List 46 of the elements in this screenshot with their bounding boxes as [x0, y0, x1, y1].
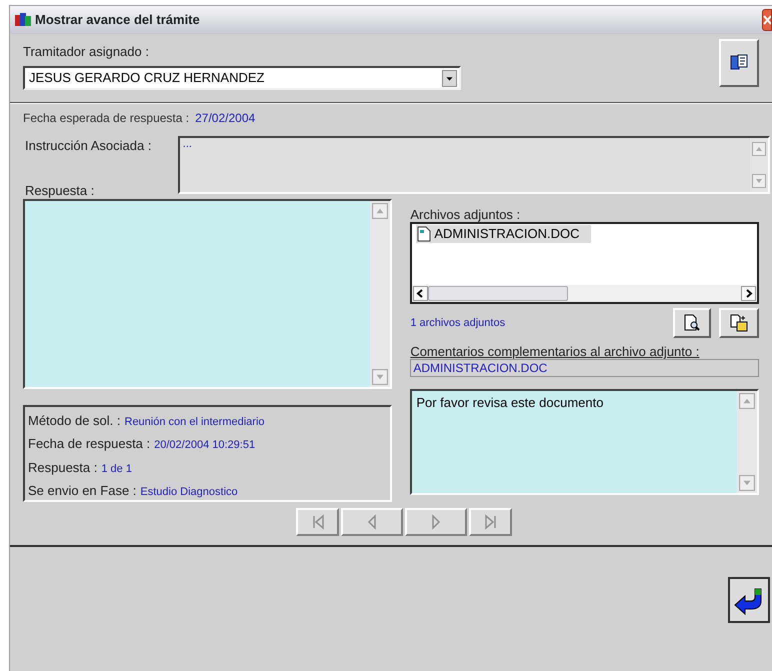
field-label: Instrucción Asociada : — [25, 137, 152, 155]
expected-date: 27/02/2004 — [195, 110, 256, 127]
swap-user-button[interactable] — [719, 39, 759, 87]
close-button[interactable] — [762, 9, 772, 31]
attachment-count: 1 archivos adjuntos — [410, 316, 506, 331]
scrollbar[interactable] — [370, 201, 390, 387]
instruction-textarea[interactable]: ... — [178, 136, 770, 194]
scroll-thumb[interactable] — [428, 286, 568, 301]
info-value: 20/02/2004 10:29:51 — [154, 438, 256, 453]
info-value: Estudio Diagnostico — [140, 485, 238, 500]
field-label: Comentarios complementarios al archivo adjunto : — [410, 344, 700, 359]
scroll-left-icon — [413, 286, 428, 301]
document-magnifier-icon — [683, 314, 701, 332]
field-label: Archivos adjuntos : — [410, 207, 522, 222]
info-label: Método de sol. : — [28, 412, 120, 430]
scroll-down-icon — [372, 369, 388, 385]
info-label: Respuesta : — [28, 458, 98, 477]
document-icon — [416, 226, 432, 242]
comment-textarea[interactable]: Por favor revisa este documento — [410, 389, 759, 495]
scrollbar[interactable] — [750, 138, 768, 192]
file-item[interactable]: ADMINISTRACION.DOC — [416, 225, 592, 243]
info-value: 1 de 1 — [101, 462, 132, 476]
preview-button[interactable] — [673, 308, 711, 338]
scrollbar[interactable] — [737, 391, 757, 493]
app-icon — [14, 12, 32, 28]
return-button[interactable] — [728, 577, 770, 623]
scroll-down-icon — [739, 475, 755, 491]
info-label: Fecha de respuesta : — [28, 435, 150, 453]
field-label: Tramitador asignado : — [23, 43, 150, 60]
open-folder-button[interactable] — [719, 308, 759, 338]
scroll-up-icon — [752, 142, 766, 156]
comment-file-name: ADMINISTRACION.DOC — [410, 359, 759, 377]
close-icon — [763, 14, 771, 26]
scroll-down-icon — [752, 174, 766, 188]
info-label: Se envio en Fase : — [28, 482, 136, 500]
horizontal-scrollbar[interactable] — [412, 285, 757, 302]
scroll-right-icon — [741, 286, 756, 301]
field-label: Fecha esperada de respuesta : — [23, 110, 190, 127]
attachments-list[interactable]: ADMINISTRACION.DOC — [410, 222, 759, 304]
field-label: Respuesta : — [25, 182, 96, 200]
window-title: Mostrar avance del trámite — [35, 11, 200, 30]
scroll-up-icon — [739, 393, 755, 409]
assignee-dropdown[interactable]: JESUS GERARDO CRUZ HERNANDEZ — [23, 66, 461, 90]
info-value: Reunión con el intermediario — [124, 414, 265, 430]
document-folder-icon — [729, 314, 749, 332]
scroll-up-icon — [372, 203, 388, 219]
